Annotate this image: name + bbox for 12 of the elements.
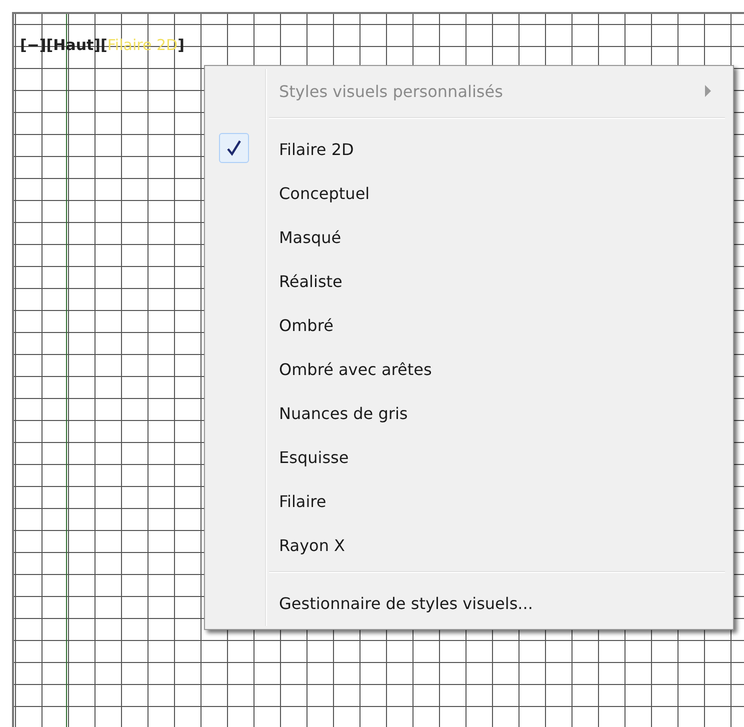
submenu-arrow-icon bbox=[705, 85, 711, 97]
menu-item[interactable]: Gestionnaire de styles visuels... bbox=[207, 581, 731, 625]
menu-item[interactable]: Rayon X bbox=[207, 523, 731, 567]
menu-item[interactable]: Ombré avec arêtes bbox=[207, 347, 731, 391]
menu-item[interactable]: Réaliste bbox=[207, 259, 731, 303]
menu-item[interactable]: Filaire bbox=[207, 479, 731, 523]
menu-item[interactable]: Filaire 2D bbox=[207, 127, 731, 171]
menu-item[interactable]: Esquisse bbox=[207, 435, 731, 479]
menu-item[interactable]: Masqué bbox=[207, 215, 731, 259]
menu-item[interactable]: Nuances de gris bbox=[207, 391, 731, 435]
menu-item[interactable]: Ombré bbox=[207, 303, 731, 347]
menu-item[interactable]: Conceptuel bbox=[207, 171, 731, 215]
